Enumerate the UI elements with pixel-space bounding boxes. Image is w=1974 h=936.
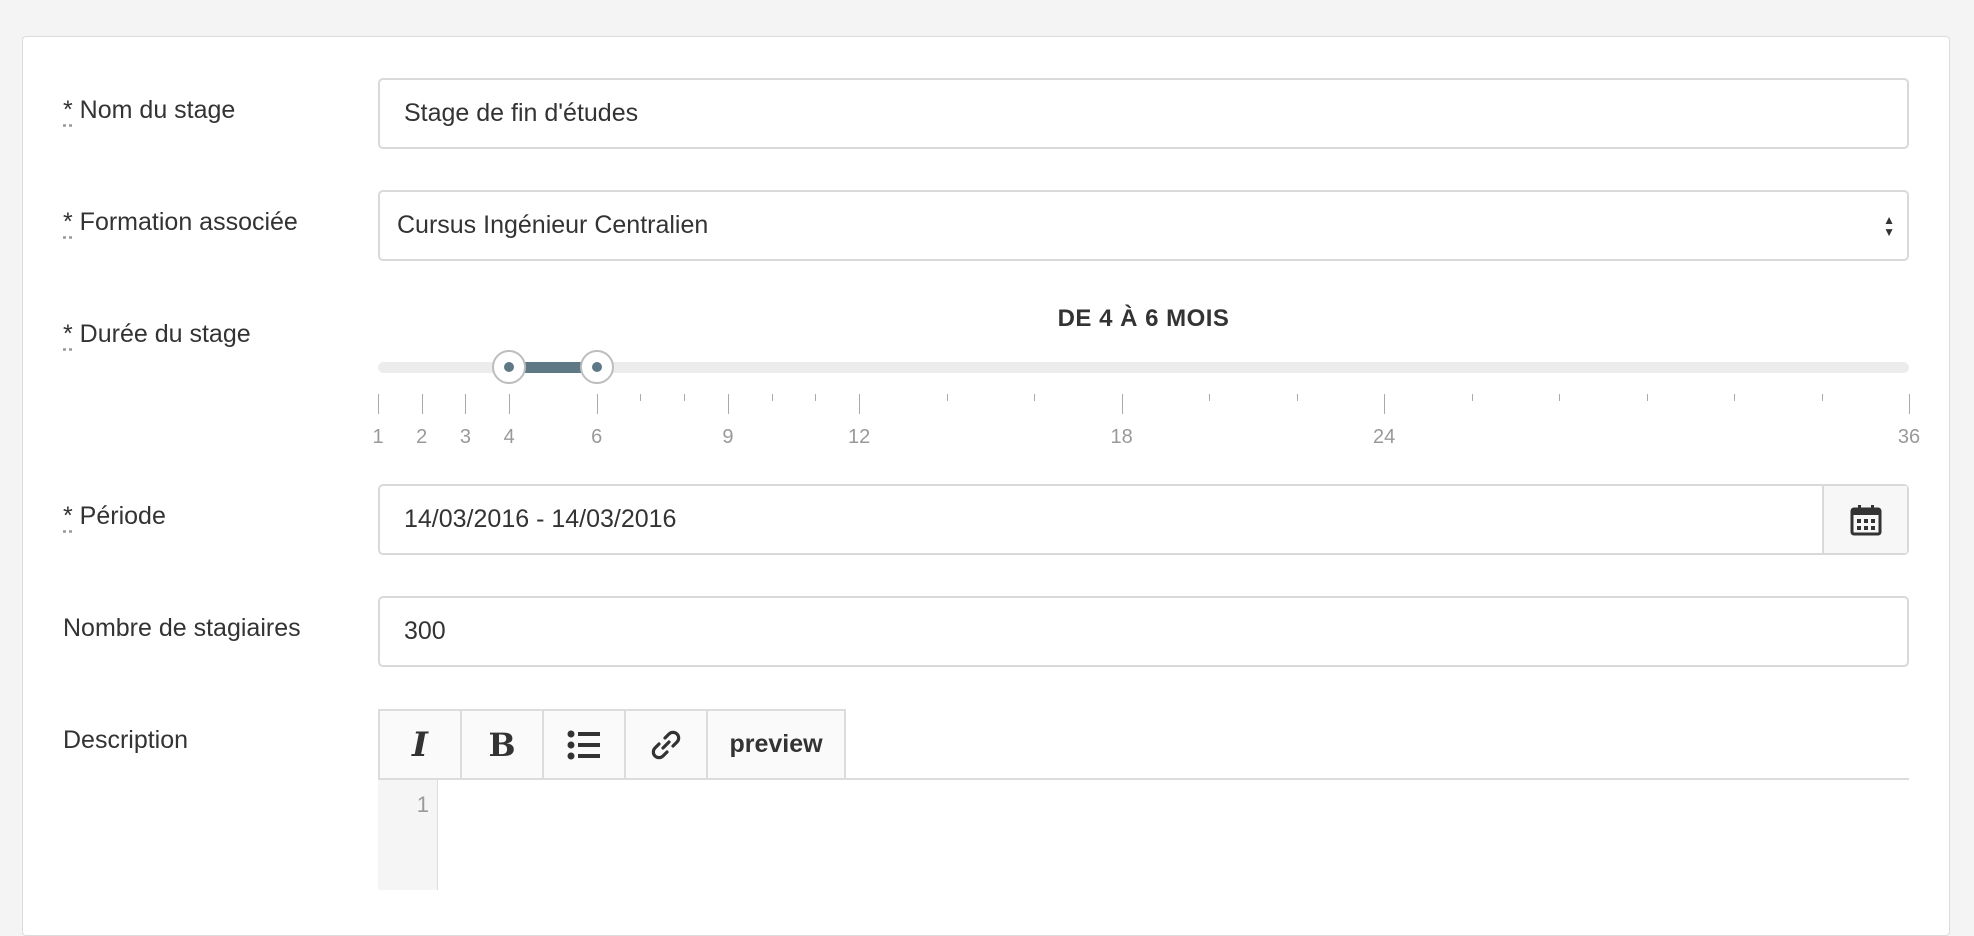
list-button[interactable] <box>542 709 624 780</box>
preview-button[interactable]: preview <box>706 709 846 780</box>
periode-input-value: 14/03/2016 - 14/03/2016 <box>404 505 677 533</box>
duree-label: * Durée du stage <box>63 320 251 348</box>
periode-input[interactable]: 14/03/2016 - 14/03/2016 <box>378 484 1909 555</box>
scale-tick-minor <box>1646 394 1648 401</box>
list-icon <box>567 730 600 759</box>
required-marker: * <box>63 502 73 530</box>
line-number: 1 <box>416 792 429 817</box>
scale-tick-minor <box>1559 394 1561 401</box>
nom-input[interactable]: Stage de fin d'études <box>378 78 1909 149</box>
scale-tick-minor <box>1209 394 1211 401</box>
scale-tick-label: 3 <box>459 426 472 448</box>
scale-tick-minor <box>1034 394 1036 401</box>
editor-toolbar: I B preview <box>378 709 846 780</box>
scale-tick-minor <box>1296 394 1298 401</box>
scale-tick-minor <box>684 394 686 401</box>
scale-tick-label: 6 <box>591 426 603 448</box>
editor-gutter: 1 <box>378 780 438 890</box>
toolbar-divider <box>378 778 1909 780</box>
duree-range-text: DE 4 À 6 MOIS <box>1057 305 1230 332</box>
scale-tick-major <box>1384 394 1386 414</box>
formation-select-value: Cursus Ingénieur Centralien <box>397 211 709 239</box>
stagiaires-input-value: 300 <box>404 617 446 645</box>
scale-tick-label: 12 <box>848 426 871 448</box>
scale-tick-minor <box>946 394 948 401</box>
scale-tick-major <box>1121 394 1123 414</box>
nom-input-value: Stage de fin d'études <box>404 99 639 127</box>
scale-tick-label: 4 <box>503 426 515 448</box>
scale-tick-minor <box>640 394 642 401</box>
stagiaires-label: Nombre de stagiaires <box>63 614 301 642</box>
formation-label: * Formation associée <box>63 208 298 236</box>
scale-tick-minor <box>815 394 817 401</box>
required-marker: * <box>63 96 73 124</box>
bold-icon: B <box>488 725 516 764</box>
nom-label: * Nom du stage <box>63 96 236 124</box>
scale-tick-major <box>509 394 511 414</box>
description-label: Description <box>63 726 189 754</box>
scale-tick-major <box>465 394 467 414</box>
calendar-icon <box>1850 504 1881 535</box>
required-marker: * <box>63 320 73 348</box>
scale-tick-label: 1 <box>372 426 384 448</box>
scale-tick-major <box>1909 394 1910 414</box>
bold-button[interactable]: B <box>460 709 542 780</box>
italic-icon: I <box>412 724 428 765</box>
scale-tick-major <box>727 394 729 414</box>
periode-label: * Période <box>63 502 166 530</box>
duree-slider-handle-low[interactable] <box>492 350 527 384</box>
scale-tick-minor <box>1821 394 1823 401</box>
scale-tick-major <box>859 394 861 414</box>
scale-tick-minor <box>1471 394 1473 401</box>
scale-tick-major <box>421 394 423 414</box>
scale-tick-minor <box>1734 394 1736 401</box>
handle-dot <box>591 362 602 372</box>
italic-button[interactable]: I <box>378 709 460 780</box>
scale-tick-label: 9 <box>722 426 734 448</box>
scale-tick-label: 2 <box>416 426 428 448</box>
formation-select[interactable]: Cursus Ingénieur Centralien ▲ ▼ <box>378 190 1909 261</box>
stagiaires-input[interactable]: 300 <box>378 596 1909 667</box>
duree-slider-handle-high[interactable] <box>579 350 614 384</box>
link-button[interactable] <box>624 709 706 780</box>
required-marker: * <box>63 208 73 236</box>
select-arrows-icon: ▲ ▼ <box>1883 213 1895 239</box>
handle-dot <box>504 362 515 372</box>
scale-tick-label: 18 <box>1110 426 1133 448</box>
scale-tick-label: 36 <box>1897 426 1921 448</box>
calendar-button[interactable] <box>1822 486 1907 553</box>
scale-tick-major <box>378 394 379 414</box>
scale-tick-label: 24 <box>1372 426 1396 448</box>
link-icon <box>651 730 681 759</box>
scale-tick-major <box>596 394 598 414</box>
scale-tick-minor <box>771 394 773 401</box>
